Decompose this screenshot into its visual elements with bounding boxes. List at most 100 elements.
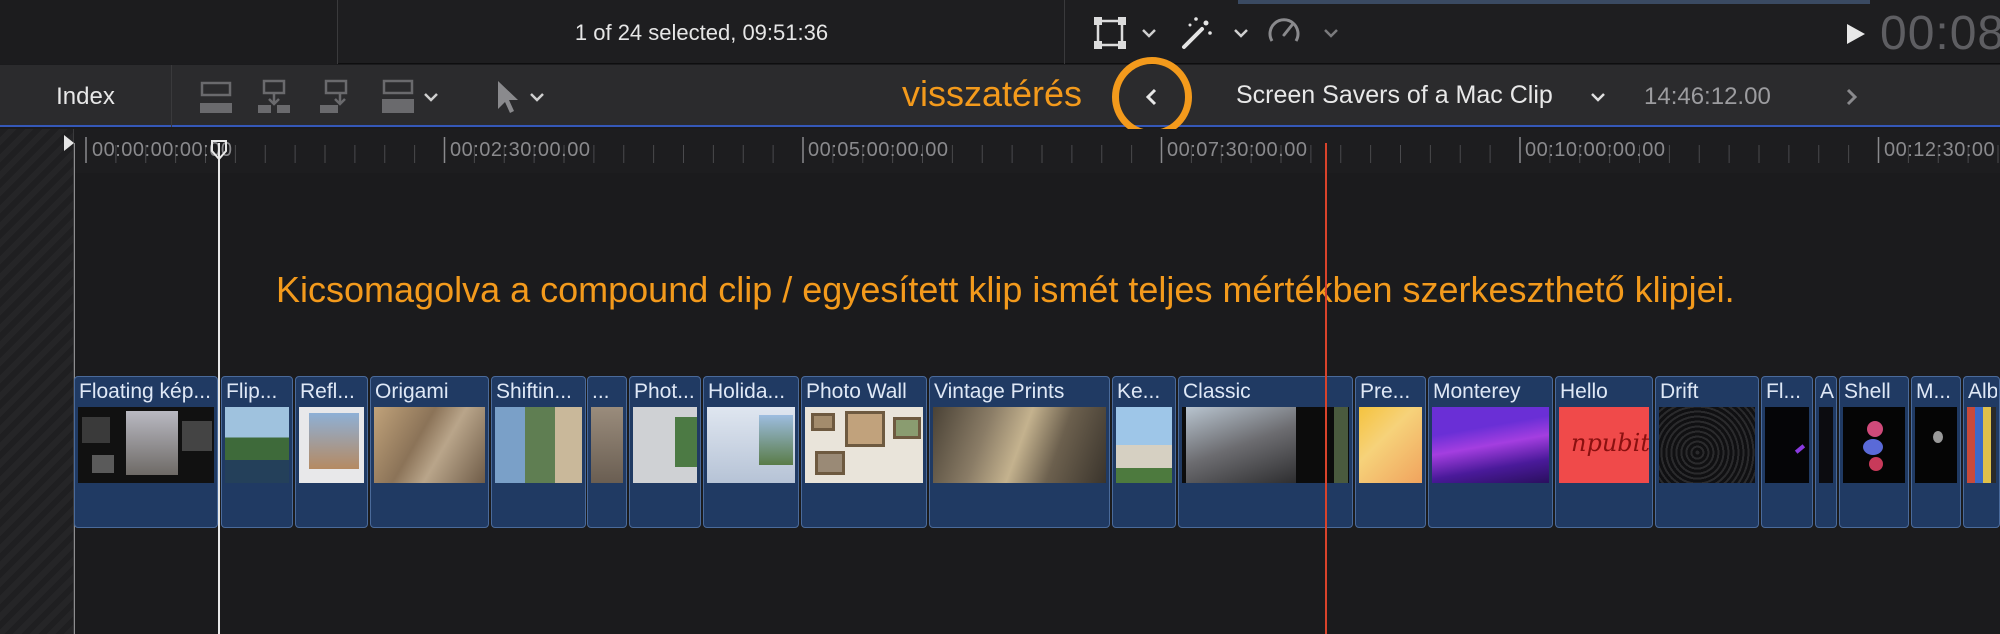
clip-title: Photo Wall [806,380,907,403]
hello-thumb-text: npubit [1571,429,1649,457]
clip-title: Drift [1660,380,1699,403]
clip-thumbnail [1359,407,1422,483]
clip-title: Albu [1968,380,1997,403]
clip-title: Vintage Prints [934,380,1065,403]
index-button[interactable]: Index [0,65,172,127]
clip-thumbnail [633,407,697,483]
timeline[interactable]: 00:00:00:00:00 00:02:30:00.00 00:05:00:0… [0,129,2000,634]
ruler-label: 00:05:00:00.00 [808,139,949,161]
back-annotation-label: visszatérés [902,73,1083,114]
clip-ken-burns[interactable]: Ke... [1112,376,1176,528]
clip-album-artwork[interactable]: Albu [1963,376,2000,528]
edit-mode-chevron-down-icon[interactable] [420,83,442,111]
clip-thumbnail [1659,407,1755,483]
clip-title: Pre... [1360,380,1411,403]
clip-title: Origami [375,380,449,403]
transform-icon[interactable] [1090,13,1130,53]
enhance-chevron-down-icon[interactable] [1228,18,1254,48]
clip-thumbnail [1116,407,1172,483]
clip-drift[interactable]: Drift [1655,376,1759,528]
ruler-ticks [85,137,1999,163]
clip-small[interactable]: ... [587,376,627,528]
clip-thumbnail [1182,407,1349,483]
speed-gauge-icon[interactable] [1264,13,1304,53]
clip-floating[interactable]: Floating kép... [74,376,218,528]
clip-prelude[interactable]: Pre... [1355,376,1426,528]
clip-arabesque[interactable]: A [1815,376,1837,528]
clip-title: ... [592,380,610,403]
clip-monterey[interactable]: Monterey [1428,376,1553,528]
clip-title: Ke... [1117,380,1161,403]
timeline-toolbar: Index visszatérés Screen Savers of a Mac… [0,57,2000,137]
timeline-ruler[interactable]: 00:00:00:00:00 00:02:30:00.00 00:05:00:0… [74,129,2000,173]
selection-status: 1 of 24 selected, 09:51:36 [339,0,1065,64]
timecode-display: 00:08 [1880,7,2000,60]
clip-title: Phot... [634,380,695,403]
clip-vintage-prints[interactable]: Vintage Prints [929,376,1110,528]
clip-track: Floating kép... Flip... Refl... Origami … [74,376,2000,528]
clip-shifting-tiles[interactable]: Shiftin... [491,376,586,528]
clip-title: Shiftin... [496,380,572,403]
overwrite-clip-icon[interactable] [378,77,418,117]
clip-flip[interactable]: Flip... [221,376,293,528]
clip-thumbnail [591,407,623,483]
clip-origami[interactable]: Origami [370,376,489,528]
ruler-label: 00:12:30:00 [1884,139,1996,161]
clip-reflections[interactable]: Refl... [295,376,368,528]
back-chevron-left-icon[interactable] [1133,78,1171,116]
clip-photo-mobile[interactable]: Phot... [629,376,701,528]
playhead-line[interactable] [1325,143,1327,634]
viewer-preview-edge [1238,0,1870,4]
connect-clip-icon[interactable] [196,77,236,117]
clip-title: Floating kép... [79,380,211,403]
clip-title: A [1820,380,1834,403]
clip-thumbnail [1915,407,1957,483]
clip-hello[interactable]: Hello npubit [1555,376,1653,528]
ruler-label: 00:07:30:00.00 [1167,139,1308,161]
clip-title: Hello [1560,380,1608,403]
clip-message[interactable]: M... [1911,376,1961,528]
clip-flurry[interactable]: Fl... [1761,376,1813,528]
ruler-label: 00:02:30:00.00 [450,139,591,161]
timeline-gutter [0,129,74,634]
magic-wand-icon[interactable] [1176,13,1216,53]
clip-thumbnail [1819,407,1833,483]
clip-photo-wall[interactable]: Photo Wall [801,376,927,528]
clip-title: M... [1916,380,1951,403]
clip-name-chevron-down-icon[interactable] [1586,83,1610,111]
clip-thumbnail [299,407,364,483]
transform-chevron-down-icon[interactable] [1136,18,1162,48]
clip-title: Holida... [708,380,786,403]
clip-title: Refl... [300,380,355,403]
viewer-top-strip: 1 of 24 selected, 09:51:36 00:08 [0,0,2000,64]
clip-shell[interactable]: Shell [1839,376,1909,528]
forward-chevron-right-icon[interactable] [1836,78,1868,116]
clip-thumbnail [495,407,582,483]
clip-thumbnail [933,407,1106,483]
ruler-label: 00:10:00:00.00 [1525,139,1666,161]
clip-thumbnail [374,407,485,483]
unpacked-clips-annotation: Kicsomagolva a compound clip / egyesítet… [276,269,1735,310]
clip-thumbnail [707,407,795,483]
clip-duration: 14:46:12.00 [1644,83,1771,110]
clip-title: Shell [1844,380,1891,403]
clip-thumbnail [1432,407,1549,483]
clip-thumbnail [1967,407,1996,483]
insert-clip-icon[interactable] [254,77,294,117]
play-icon[interactable] [1842,21,1868,47]
speed-chevron-down-icon[interactable] [1318,18,1344,48]
tool-chevron-down-icon[interactable] [526,83,548,111]
clip-thumbnail [1843,407,1905,483]
clip-title: Fl... [1766,380,1801,403]
skimmer-line [218,143,220,634]
append-clip-icon[interactable] [316,77,356,117]
clip-name[interactable]: Screen Savers of a Mac Clip [1236,81,1553,110]
browser-pane-edge [0,0,338,64]
clip-title: Flip... [226,380,278,403]
select-tool-arrow-icon[interactable] [488,77,528,117]
skimmer-handle-icon[interactable] [210,139,228,161]
clip-title: Monterey [1433,380,1521,403]
clip-thumbnail [78,407,214,483]
clip-holiday-mobile[interactable]: Holida... [703,376,799,528]
clip-thumbnail [1765,407,1809,483]
